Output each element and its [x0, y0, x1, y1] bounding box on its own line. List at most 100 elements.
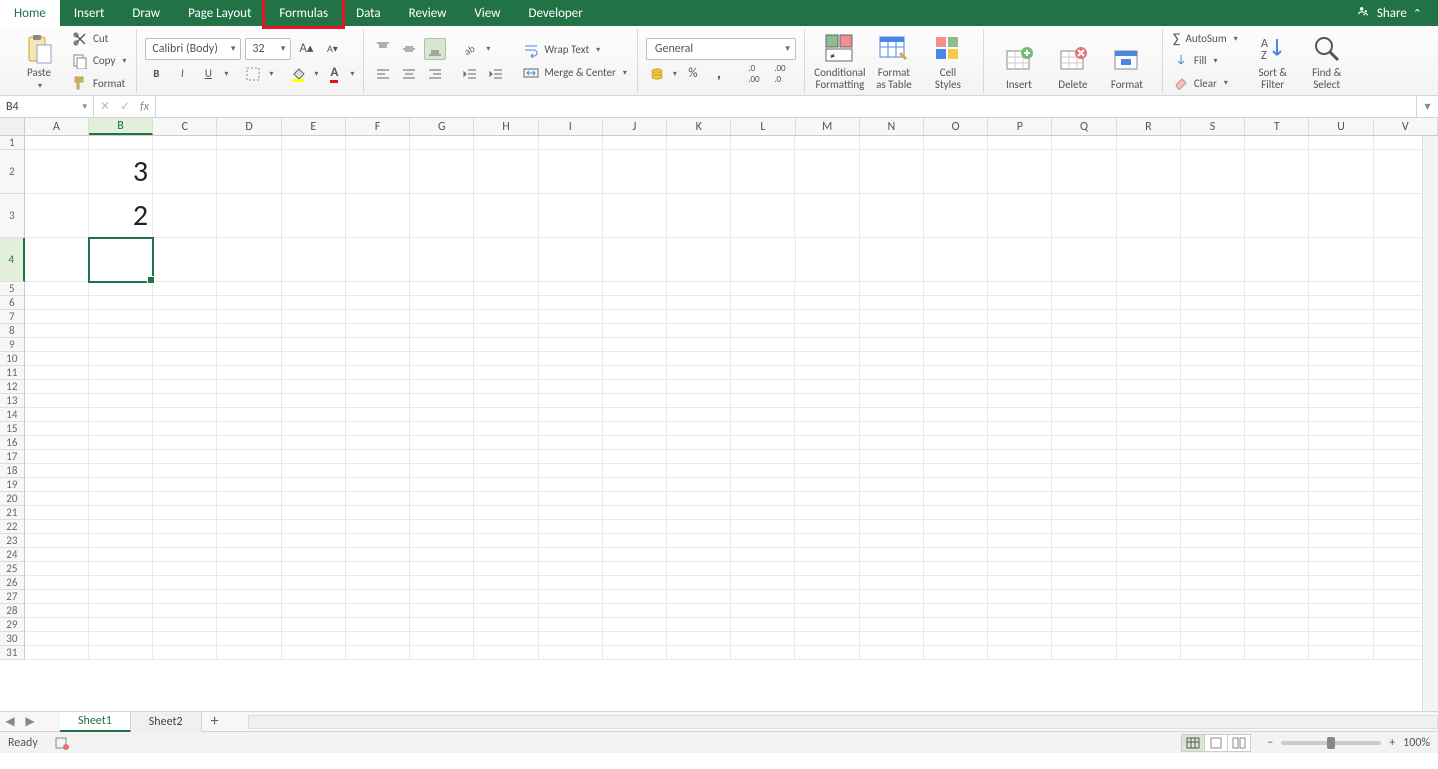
cell-T22[interactable]	[1245, 520, 1309, 534]
cell-U14[interactable]	[1309, 408, 1373, 422]
cell-D12[interactable]	[217, 380, 281, 394]
cell-C18[interactable]	[153, 464, 217, 478]
align-right-button[interactable]	[424, 63, 446, 85]
cell-G2[interactable]	[410, 150, 474, 194]
cell-M24[interactable]	[795, 548, 859, 562]
sheet-tab-2[interactable]: Sheet2	[131, 712, 202, 732]
cell-O5[interactable]	[924, 282, 988, 296]
cell-N4[interactable]	[860, 238, 924, 282]
zoom-in-button[interactable]: +	[1389, 736, 1395, 750]
cell-T25[interactable]	[1245, 562, 1309, 576]
cell-P11[interactable]	[988, 366, 1052, 380]
cell-H20[interactable]	[474, 492, 538, 506]
cell-H24[interactable]	[474, 548, 538, 562]
cell-A29[interactable]	[25, 618, 89, 632]
cell-T5[interactable]	[1245, 282, 1309, 296]
cell-U24[interactable]	[1309, 548, 1373, 562]
sheet-nav-prev-button[interactable]: ◀	[0, 712, 20, 732]
cell-G31[interactable]	[410, 646, 474, 660]
cell-G5[interactable]	[410, 282, 474, 296]
cell-D9[interactable]	[217, 338, 281, 352]
cell-R8[interactable]	[1117, 324, 1181, 338]
fill-button[interactable]: Fill▾	[1171, 51, 1240, 70]
cell-G22[interactable]	[410, 520, 474, 534]
cell-K4[interactable]	[667, 238, 731, 282]
cell-F25[interactable]	[346, 562, 410, 576]
cell-R10[interactable]	[1117, 352, 1181, 366]
merge-center-button[interactable]: Merge & Center▾	[521, 63, 629, 83]
cell-E2[interactable]	[282, 150, 346, 194]
cell-M16[interactable]	[795, 436, 859, 450]
tab-home[interactable]: Home	[0, 0, 60, 26]
cell-Q16[interactable]	[1052, 436, 1116, 450]
cell-T31[interactable]	[1245, 646, 1309, 660]
format-cells-button[interactable]: Format	[1100, 29, 1154, 93]
cell-U11[interactable]	[1309, 366, 1373, 380]
cell-F17[interactable]	[346, 450, 410, 464]
cell-R12[interactable]	[1117, 380, 1181, 394]
column-header-T[interactable]: T	[1245, 118, 1309, 135]
cell-J31[interactable]	[603, 646, 667, 660]
cell-P30[interactable]	[988, 632, 1052, 646]
cell-K17[interactable]	[667, 450, 731, 464]
column-header-R[interactable]: R	[1117, 118, 1181, 135]
cell-C14[interactable]	[153, 408, 217, 422]
cell-P24[interactable]	[988, 548, 1052, 562]
cell-E3[interactable]	[282, 194, 346, 238]
row-header-18[interactable]: 18	[0, 464, 25, 478]
cell-M18[interactable]	[795, 464, 859, 478]
cell-S13[interactable]	[1181, 394, 1245, 408]
cell-R22[interactable]	[1117, 520, 1181, 534]
cell-J20[interactable]	[603, 492, 667, 506]
cell-C8[interactable]	[153, 324, 217, 338]
column-header-O[interactable]: O	[924, 118, 988, 135]
cell-N8[interactable]	[860, 324, 924, 338]
cell-R28[interactable]	[1117, 604, 1181, 618]
cell-R17[interactable]	[1117, 450, 1181, 464]
cell-P20[interactable]	[988, 492, 1052, 506]
insert-cells-button[interactable]: Insert	[992, 29, 1046, 93]
cell-Q26[interactable]	[1052, 576, 1116, 590]
cell-Q17[interactable]	[1052, 450, 1116, 464]
cell-H21[interactable]	[474, 506, 538, 520]
cell-I23[interactable]	[539, 534, 603, 548]
cell-F16[interactable]	[346, 436, 410, 450]
cell-L25[interactable]	[731, 562, 795, 576]
cell-D8[interactable]	[217, 324, 281, 338]
cell-S1[interactable]	[1181, 136, 1245, 150]
cell-H3[interactable]	[474, 194, 538, 238]
cell-T18[interactable]	[1245, 464, 1309, 478]
cell-C22[interactable]	[153, 520, 217, 534]
cell-F22[interactable]	[346, 520, 410, 534]
cell-S27[interactable]	[1181, 590, 1245, 604]
cell-J3[interactable]	[603, 194, 667, 238]
cell-M6[interactable]	[795, 296, 859, 310]
cell-Q29[interactable]	[1052, 618, 1116, 632]
cell-R13[interactable]	[1117, 394, 1181, 408]
cell-M22[interactable]	[795, 520, 859, 534]
cell-O27[interactable]	[924, 590, 988, 604]
cell-D23[interactable]	[217, 534, 281, 548]
cell-C24[interactable]	[153, 548, 217, 562]
cell-U31[interactable]	[1309, 646, 1373, 660]
cell-Q10[interactable]	[1052, 352, 1116, 366]
cell-B5[interactable]	[89, 282, 153, 296]
cell-U29[interactable]	[1309, 618, 1373, 632]
cell-R20[interactable]	[1117, 492, 1181, 506]
cell-S29[interactable]	[1181, 618, 1245, 632]
cell-E23[interactable]	[282, 534, 346, 548]
cell-G12[interactable]	[410, 380, 474, 394]
horizontal-scrollbar[interactable]	[248, 715, 1438, 729]
cell-T3[interactable]	[1245, 194, 1309, 238]
cell-K3[interactable]	[667, 194, 731, 238]
row-header-23[interactable]: 23	[0, 534, 25, 548]
cell-U25[interactable]	[1309, 562, 1373, 576]
cell-Q25[interactable]	[1052, 562, 1116, 576]
column-header-L[interactable]: L	[731, 118, 795, 135]
cell-M20[interactable]	[795, 492, 859, 506]
fill-color-dropdown-icon[interactable]: ▾	[313, 69, 319, 79]
cell-L24[interactable]	[731, 548, 795, 562]
cell-L22[interactable]	[731, 520, 795, 534]
cell-N3[interactable]	[860, 194, 924, 238]
cell-L23[interactable]	[731, 534, 795, 548]
